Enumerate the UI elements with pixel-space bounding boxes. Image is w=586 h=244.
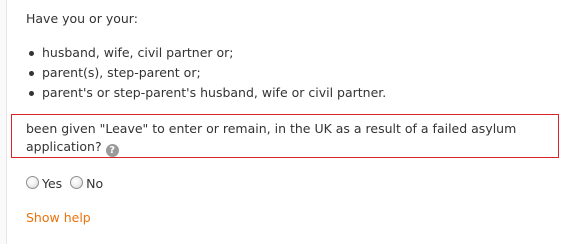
- left-rule: [0, 0, 7, 244]
- question-mark-icon[interactable]: ?: [105, 144, 119, 157]
- no-option[interactable]: No: [70, 176, 103, 192]
- yes-option[interactable]: Yes: [26, 176, 62, 192]
- list-item: parent's or step-parent's husband, wife …: [26, 83, 386, 103]
- list-item: husband, wife, civil partner or;: [26, 43, 386, 63]
- question-text: been given "Leave" to enter or remain, i…: [26, 121, 517, 154]
- no-label: No: [86, 176, 104, 191]
- show-help-link[interactable]: Show help: [26, 210, 91, 226]
- yes-label: Yes: [42, 176, 63, 191]
- list-item: parent(s), step-parent or;: [26, 63, 386, 83]
- no-radio[interactable]: [70, 176, 84, 189]
- yes-radio[interactable]: [26, 176, 39, 189]
- question-intro: Have you or your:: [26, 11, 138, 26]
- relations-list: husband, wife, civil partner or; parent(…: [26, 43, 386, 103]
- question-text-block: been given "Leave" to enter or remain, i…: [26, 120, 546, 157]
- answer-options: Yes No: [26, 176, 107, 192]
